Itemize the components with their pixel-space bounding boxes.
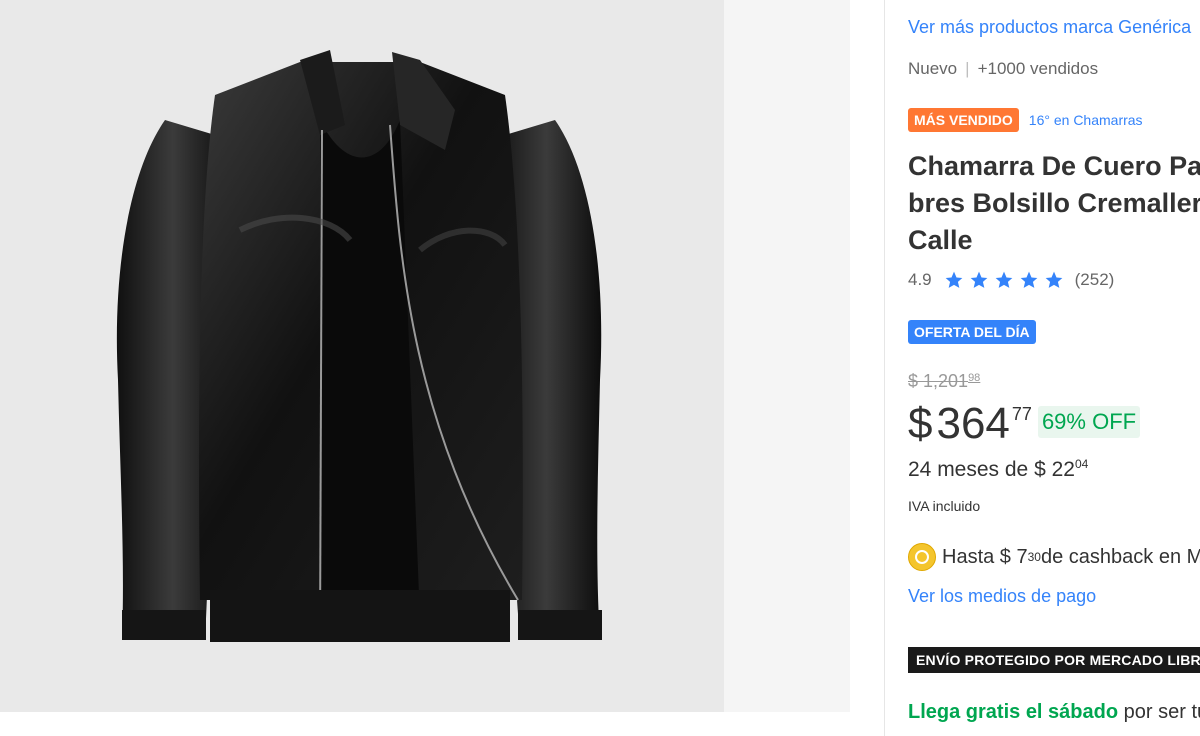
- product-title: Chamarra De Cuero Para Hom bres Bolsillo…: [908, 148, 1200, 259]
- rating-summary[interactable]: 4.9 (252): [908, 270, 1114, 290]
- coin-icon: [908, 543, 936, 571]
- rating-stars: [944, 270, 1069, 290]
- tax-note: IVA incluido: [908, 498, 981, 514]
- best-seller-badge: MÁS VENDIDO: [908, 108, 1019, 132]
- review-count: (252): [1074, 270, 1115, 289]
- category-rank-link[interactable]: 16° en Chamarras: [1029, 112, 1143, 128]
- price-cents: 77: [1011, 404, 1032, 424]
- product-image[interactable]: [0, 0, 724, 712]
- leather-jacket-illustration: [116, 50, 602, 642]
- delivery-rest: por ser tu primera compra: [1123, 701, 1200, 723]
- sold-count: +1000 vendidos: [977, 59, 1099, 78]
- title-line-1: Chamarra De Cuero Para Hom: [908, 151, 1200, 181]
- current-price: $ 364 77 69% OFF: [908, 396, 1141, 452]
- star-icon: [944, 270, 964, 290]
- title-line-3: Calle: [908, 225, 973, 255]
- discount-badge: 69% OFF: [1037, 406, 1141, 438]
- currency-symbol: $: [908, 399, 933, 448]
- delivery-highlight: Llega gratis el sábado: [908, 701, 1119, 723]
- installments: 24 meses de $ 2204: [908, 457, 1088, 482]
- condition-label: Nuevo: [908, 59, 958, 78]
- brand-products-link[interactable]: Ver más productos marca Genérica: [908, 17, 1191, 38]
- product-gallery: [0, 0, 862, 736]
- original-price-cents: 98: [968, 372, 981, 384]
- star-icon: [994, 270, 1014, 290]
- star-icon: [1044, 270, 1064, 290]
- product-subtitle: Nuevo | +1000 vendidos: [908, 59, 1098, 79]
- payment-methods-link[interactable]: Ver los medios de pago: [908, 586, 1096, 607]
- subtitle-separator: |: [965, 59, 970, 78]
- price-int: 364: [936, 399, 1010, 448]
- title-line-2: bres Bolsillo Cremallera: [908, 188, 1200, 218]
- cashback-prefix: Hasta $ 7: [942, 545, 1028, 568]
- original-price: $ 1,20198: [908, 371, 980, 392]
- protected-shipping-banner: ENVÍO PROTEGIDO POR MERCADO LIBRE: [908, 647, 1200, 673]
- product-info-panel: Ver más productos marca Genérica Nuevo | +…: [908, 0, 1200, 736]
- star-icon: [1019, 270, 1039, 290]
- cashback-info: Hasta $ 730 de cashback en Mercado Pago: [908, 543, 1200, 571]
- installments-text: 24 meses de $ 22: [908, 458, 1075, 481]
- cashback-cents: 30: [1027, 550, 1041, 564]
- rating-value: 4.9: [908, 270, 932, 289]
- installments-cents: 04: [1074, 457, 1089, 471]
- column-divider: [884, 0, 885, 736]
- original-price-int: $ 1,201: [908, 371, 969, 391]
- delivery-info: Llega gratis el sábado por ser tu primer…: [908, 701, 1200, 724]
- deal-of-day-badge: OFERTA DEL DÍA: [908, 320, 1036, 344]
- highlights-row: MÁS VENDIDO 16° en Chamarras: [908, 108, 1143, 132]
- cashback-suffix: de cashback en Mercado Pago: [1040, 545, 1200, 568]
- photo-frame: [0, 0, 850, 712]
- star-icon: [969, 270, 989, 290]
